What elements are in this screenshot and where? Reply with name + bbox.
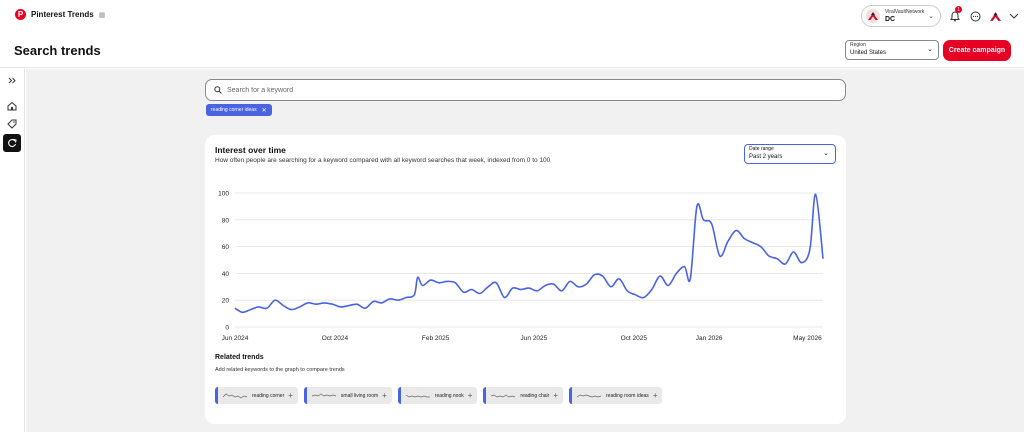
sidebar — [0, 69, 25, 432]
profile-logo-icon — [989, 11, 1001, 21]
account-switcher[interactable]: ViralVaultNetwork DC ⌄ — [861, 5, 941, 27]
series-line — [234, 193, 824, 314]
x-tick-label: Feb 2025 — [422, 335, 450, 342]
related-trend-label: reading nook — [434, 392, 464, 399]
create-campaign-button[interactable]: Create campaign — [943, 40, 1011, 61]
top-bar: P Pinterest Trends ▦ ViralVaultNetwork D… — [0, 0, 1024, 32]
sparkline-icon — [311, 393, 337, 396]
brand[interactable]: P Pinterest Trends ▦ — [15, 9, 105, 20]
related-trend-label: reading corner — [252, 392, 285, 399]
pinterest-logo-icon: P — [15, 9, 26, 20]
related-trend-chip[interactable]: reading room ideas + — [569, 387, 663, 404]
x-tick-label: Oct 2024 — [322, 335, 349, 342]
plus-icon[interactable]: + — [288, 391, 293, 400]
x-tick-label: May 2026 — [793, 335, 822, 342]
app-title: Pinterest Trends — [31, 10, 94, 19]
sparkline-icon — [222, 393, 248, 398]
close-icon[interactable]: ✕ — [262, 107, 267, 114]
related-trends-list: reading corner + small living room + reading… — [215, 387, 663, 404]
account-name: DC — [885, 15, 896, 23]
chevron-down-icon: ⌄ — [928, 13, 934, 20]
related-trend-label: small living room — [340, 392, 379, 399]
related-trend-chip[interactable]: reading corner + — [215, 387, 298, 404]
sparkline-icon — [491, 394, 516, 397]
region-label: Region — [850, 42, 866, 48]
y-tick-label: 60 — [222, 244, 230, 251]
sparkline-icon — [405, 394, 430, 397]
sidebar-item-home[interactable] — [3, 97, 21, 115]
related-trend-chip[interactable]: reading nook + — [397, 387, 478, 404]
sparkline-icon — [576, 394, 602, 397]
grid-icon: ▦ — [98, 11, 106, 19]
plus-icon[interactable]: + — [382, 391, 387, 400]
x-tick-label: Jun 2024 — [222, 335, 249, 342]
chevron-down-icon: ⌄ — [927, 46, 933, 53]
plus-icon[interactable]: + — [653, 391, 658, 400]
region-value: United States — [850, 50, 887, 56]
y-tick-label: 20 — [222, 298, 230, 305]
related-trend-label: reading chair — [520, 392, 550, 399]
y-tick-label: 100 — [218, 191, 229, 198]
related-trend-label: reading room ideas — [606, 392, 649, 399]
chevron-down-icon — [1009, 13, 1019, 19]
sidebar-item-trends[interactable] — [3, 134, 21, 152]
title-bar: Search trends Region United States ⌄ Cre… — [0, 32, 1024, 68]
search-icon — [214, 86, 222, 94]
y-tick-label: 0 — [225, 325, 229, 332]
page-title: Search trends — [14, 43, 101, 58]
messages-button[interactable] — [968, 9, 982, 23]
region-select[interactable]: Region United States ⌄ — [845, 40, 939, 60]
x-tick-label: Jan 2026 — [696, 335, 723, 342]
expand-sidebar-button[interactable] — [3, 71, 21, 89]
sidebar-item-ads[interactable] — [3, 115, 21, 133]
double-chevron-right-icon — [8, 77, 16, 83]
home-icon — [7, 101, 17, 111]
selected-keyword-chip[interactable]: reading corner ideas ✕ — [206, 104, 272, 116]
account-menu-button[interactable] — [1007, 9, 1021, 23]
notifications-button[interactable]: 1 — [948, 6, 962, 23]
x-tick-label: Oct 2025 — [621, 335, 648, 342]
y-tick-label: 80 — [222, 217, 230, 224]
related-trend-chip[interactable]: reading chair + — [483, 387, 563, 404]
notification-badge: 1 — [955, 6, 962, 13]
plus-icon[interactable]: + — [553, 391, 558, 400]
search-input[interactable] — [227, 86, 827, 94]
related-title: Related trends — [215, 354, 264, 361]
x-tick-label: Jun 2025 — [521, 335, 548, 342]
profile-button[interactable] — [988, 9, 1002, 23]
trends-icon — [8, 138, 17, 148]
y-tick-label: 40 — [222, 271, 230, 278]
keyword-search[interactable] — [205, 79, 846, 101]
account-logo-icon — [866, 9, 880, 23]
interest-card: Interest over time How often people are … — [205, 135, 846, 424]
chat-icon — [970, 11, 980, 21]
tag-icon — [7, 119, 17, 129]
selected-keyword-label: reading corner ideas — [211, 107, 257, 113]
related-subtitle: Add related keywords to the graph to com… — [215, 367, 345, 373]
plus-icon[interactable]: + — [468, 391, 473, 400]
account-network: ViralVaultNetwork — [885, 8, 925, 15]
related-trend-chip[interactable]: small living room + — [303, 387, 392, 404]
interest-chart: 0 20 40 60 80 100 Jun 2024 Oct 2024 Feb 2025 Jun … — [218, 191, 824, 342]
